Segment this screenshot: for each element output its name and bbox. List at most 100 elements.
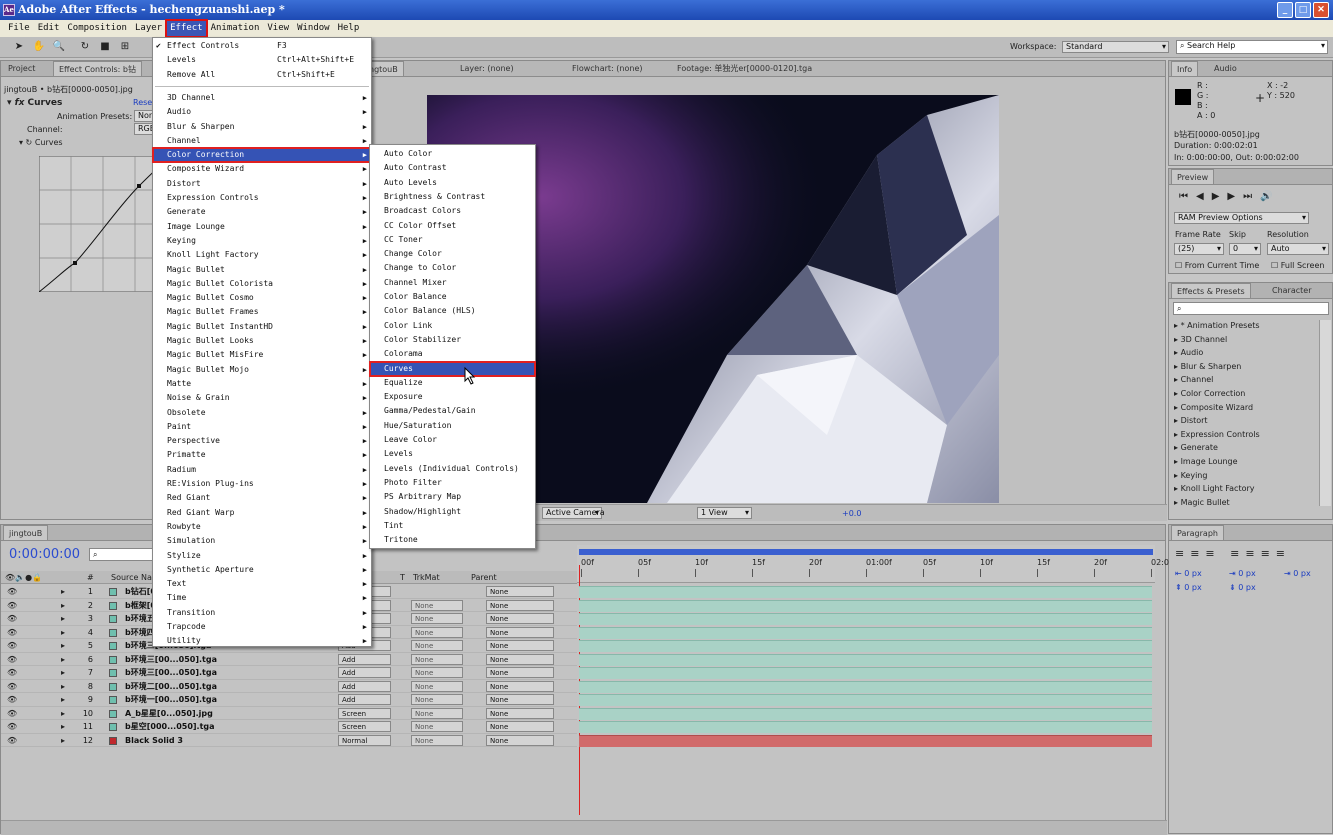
- tab-paragraph[interactable]: Paragraph: [1171, 525, 1224, 540]
- preset-item[interactable]: ▸ Blur & Sharpen: [1174, 362, 1241, 371]
- expand-twirl-icon[interactable]: ▸: [61, 666, 65, 679]
- exposure-value[interactable]: +0.0: [842, 509, 861, 518]
- minimize-button[interactable]: _: [1277, 2, 1293, 18]
- layer-duration-bar[interactable]: [579, 626, 1152, 639]
- visibility-eye-icon[interactable]: 👁: [7, 626, 17, 639]
- cc-item-change-to-color[interactable]: Change to Color: [370, 261, 535, 275]
- pan-behind-tool-icon[interactable]: ⊞: [118, 40, 132, 54]
- label-color-swatch[interactable]: [109, 588, 117, 596]
- label-color-swatch[interactable]: [109, 696, 117, 704]
- layer-row[interactable]: 👁 ▸ 10 A_b星星[0...050].jpg Screen None None: [1, 707, 577, 720]
- menu-layer[interactable]: Layer: [131, 20, 166, 37]
- cc-item-shadow-highlight[interactable]: Shadow/Highlight: [370, 505, 535, 519]
- cc-item-tritone[interactable]: Tritone: [370, 533, 535, 547]
- expand-twirl-icon[interactable]: ▸: [61, 599, 65, 612]
- tab-flowchart[interactable]: Flowchart: (none): [567, 61, 648, 76]
- cc-item-auto-color[interactable]: Auto Color: [370, 147, 535, 161]
- search-help-input[interactable]: ⌕ Search Help: [1176, 40, 1328, 54]
- frame-rate-select[interactable]: (25): [1174, 243, 1224, 255]
- preset-item[interactable]: ▸ * Animation Presets: [1174, 321, 1260, 330]
- workspace-select[interactable]: Standard: [1062, 41, 1169, 53]
- visibility-eye-icon[interactable]: 👁: [7, 585, 17, 598]
- effect-category-expression-controls[interactable]: Expression Controls ▶: [153, 191, 371, 205]
- cc-item-cc-toner[interactable]: CC Toner: [370, 233, 535, 247]
- trkmat-select[interactable]: None: [411, 694, 463, 705]
- tab-project[interactable]: Project: [3, 61, 40, 76]
- preset-item[interactable]: ▸ Composite Wizard: [1174, 403, 1253, 412]
- effect-category-noise-grain[interactable]: Noise & Grain ▶: [153, 391, 371, 405]
- trkmat-select[interactable]: None: [411, 734, 463, 746]
- menu-effect[interactable]: Effect: [165, 19, 208, 38]
- effect-category-magic-bullet-mojo[interactable]: Magic Bullet Mojo ▶: [153, 363, 371, 377]
- ram-preview-select[interactable]: RAM Preview Options: [1174, 212, 1309, 224]
- current-timecode[interactable]: 0:00:00:00: [9, 547, 80, 562]
- label-color-swatch[interactable]: [109, 628, 117, 637]
- effect-category-keying[interactable]: Keying ▶: [153, 234, 371, 248]
- preset-item[interactable]: ▸ Generate: [1174, 443, 1218, 452]
- effect-category-composite-wizard[interactable]: Composite Wizard ▶: [153, 162, 371, 176]
- menu-window[interactable]: Window: [293, 20, 334, 37]
- trkmat-select[interactable]: None: [411, 599, 463, 611]
- tab-timeline[interactable]: jingtouB: [3, 525, 49, 540]
- layer-row[interactable]: 👁 ▸ 8 b环境二[00...050].tga Add None None: [1, 680, 577, 693]
- effect-category-blur-sharpen[interactable]: Blur & Sharpen ▶: [153, 120, 371, 134]
- cc-item-color-balance[interactable]: Color Balance: [370, 290, 535, 304]
- label-color-swatch[interactable]: [109, 669, 117, 677]
- effect-category-obsolete[interactable]: Obsolete ▶: [153, 406, 371, 420]
- parent-select[interactable]: None: [486, 653, 554, 665]
- effect-category-distort[interactable]: Distort ▶: [153, 177, 371, 191]
- hand-tool-icon[interactable]: ✋: [32, 40, 46, 54]
- tab-layer[interactable]: Layer: (none): [455, 61, 519, 76]
- effect-category-paint[interactable]: Paint ▶: [153, 420, 371, 434]
- trkmat-select[interactable]: None: [411, 721, 463, 732]
- menu-file[interactable]: File: [4, 20, 34, 37]
- playback-controls[interactable]: ⏮◀▶▶⏭🔊: [1179, 191, 1281, 202]
- selection-tool-icon[interactable]: ➤: [12, 40, 26, 54]
- label-color-swatch[interactable]: [109, 615, 117, 623]
- effect-category-magic-bullet-cosmo[interactable]: Magic Bullet Cosmo ▶: [153, 291, 371, 305]
- label-color-swatch[interactable]: [109, 601, 117, 610]
- expand-twirl-icon[interactable]: ▸: [61, 653, 65, 666]
- work-area-bar[interactable]: [579, 549, 1153, 555]
- effect-category-magic-bullet[interactable]: Magic Bullet ▶: [153, 263, 371, 277]
- cc-item-broadcast-colors[interactable]: Broadcast Colors: [370, 204, 535, 218]
- parent-select[interactable]: None: [486, 586, 554, 597]
- indent-right[interactable]: ⇥ 0 px: [1284, 569, 1311, 578]
- visibility-eye-icon[interactable]: 👁: [7, 666, 17, 679]
- layer-row[interactable]: 👁 ▸ 9 b环境一[00...050].tga Add None None: [1, 693, 577, 707]
- curves-graph[interactable]: [39, 156, 167, 292]
- effect-category-primatte[interactable]: Primatte ▶: [153, 448, 371, 462]
- parent-select[interactable]: None: [486, 734, 554, 746]
- layer-name[interactable]: b星空[000...050].tga: [125, 720, 215, 733]
- preset-item[interactable]: ▸ 3D Channel: [1174, 335, 1227, 344]
- effect-category-utility[interactable]: Utility ▶: [153, 634, 371, 648]
- space-before[interactable]: ⇞ 0 px: [1175, 583, 1202, 592]
- menu-edit[interactable]: Edit: [34, 20, 64, 37]
- blend-mode-select[interactable]: Add: [338, 653, 391, 665]
- cc-item-levels-individual-controls-[interactable]: Levels (Individual Controls): [370, 462, 535, 476]
- cc-item-curves[interactable]: Curves: [369, 360, 536, 377]
- expand-twirl-icon[interactable]: ▸: [61, 680, 65, 693]
- tab-info[interactable]: Info: [1171, 61, 1199, 76]
- visibility-eye-icon[interactable]: 👁: [7, 612, 17, 625]
- layer-duration-bar[interactable]: [579, 680, 1152, 693]
- blend-mode-select[interactable]: Add: [338, 667, 391, 678]
- layer-duration-bar[interactable]: [579, 721, 1152, 733]
- resolution-select[interactable]: Auto: [1267, 243, 1329, 255]
- expand-twirl-icon[interactable]: ▸: [61, 707, 65, 720]
- label-color-swatch[interactable]: [109, 682, 117, 691]
- effect-category-knoll-light-factory[interactable]: Knoll Light Factory ▶: [153, 248, 371, 262]
- label-color-swatch[interactable]: [109, 642, 117, 650]
- preset-item[interactable]: ▸ Magic Bullet: [1174, 498, 1230, 507]
- layer-duration-bar[interactable]: [579, 599, 1152, 612]
- cc-item-leave-color[interactable]: Leave Color: [370, 433, 535, 447]
- tab-effect-controls[interactable]: Effect Controls: b钻: [53, 61, 142, 76]
- trkmat-select[interactable]: None: [411, 626, 463, 638]
- align-buttons[interactable]: ≡≡≡ ≡≡≡≡: [1175, 547, 1291, 560]
- effect-category-magic-bullet-frames[interactable]: Magic Bullet Frames ▶: [153, 305, 371, 319]
- effect-category-rowbyte[interactable]: Rowbyte ▶: [153, 520, 371, 534]
- effect-category-stylize[interactable]: Stylize ▶: [153, 549, 371, 563]
- effect-category-audio[interactable]: Audio ▶: [153, 105, 371, 119]
- cc-item-auto-levels[interactable]: Auto Levels: [370, 176, 535, 190]
- effect-category-color-correction[interactable]: Color Correction ▶: [152, 147, 372, 164]
